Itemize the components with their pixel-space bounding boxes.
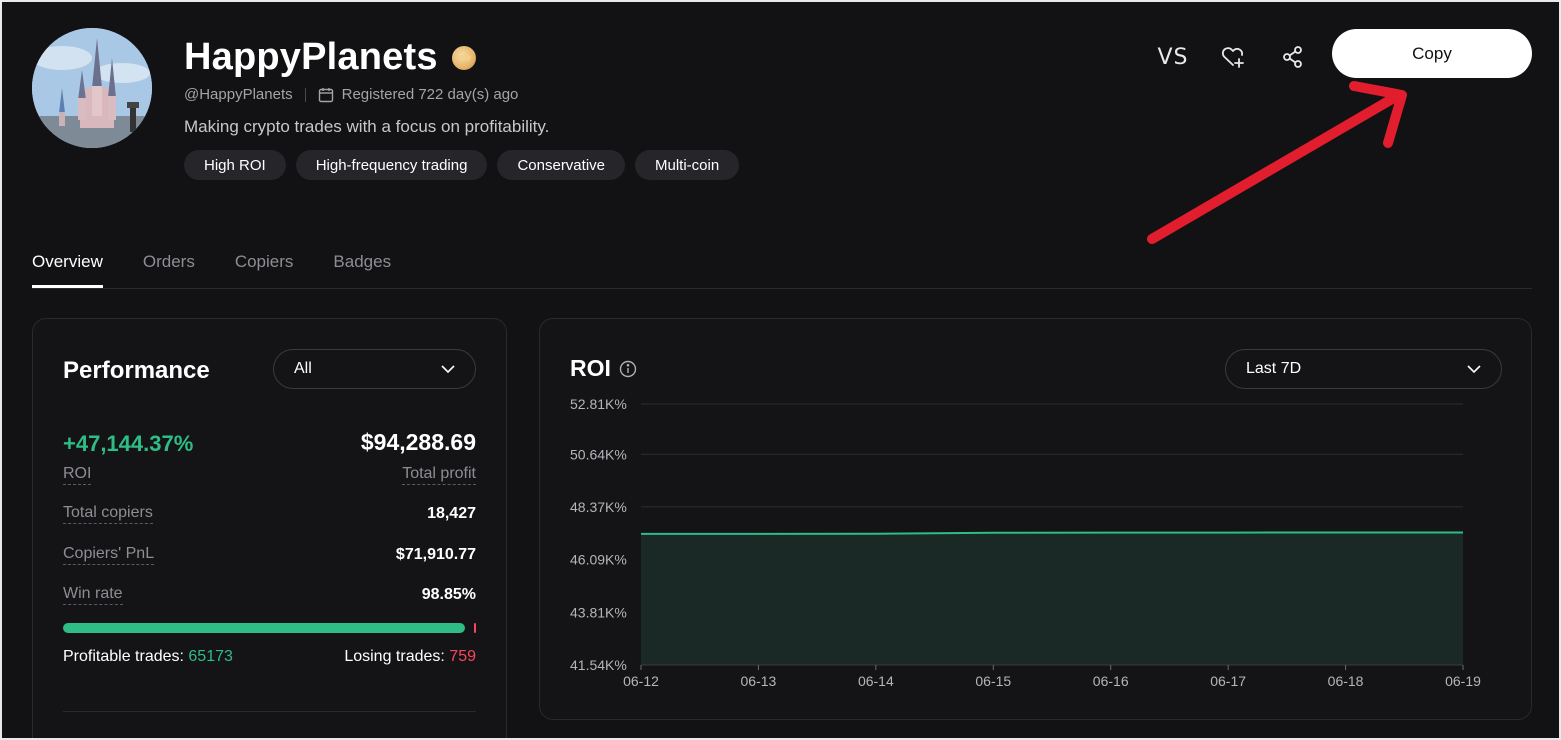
performance-filter-value: All: [294, 360, 312, 377]
share-icon[interactable]: [1278, 42, 1308, 72]
performance-title: Performance: [63, 357, 210, 384]
roi-chart-card: ROI Last 7D 52.81K% 50.64K% 48.37K% 46.09K%…: [539, 318, 1532, 720]
heart-plus-icon[interactable]: [1218, 42, 1248, 72]
avatar[interactable]: [32, 28, 152, 148]
tab-badges[interactable]: Badges: [333, 252, 391, 288]
copiers-pnl-label: Copiers' PnL: [63, 545, 155, 565]
annotation-arrow: [1147, 81, 1407, 244]
y-tick-label: 41.54K%: [570, 657, 627, 673]
losing-trades: Losing trades: 759: [344, 648, 476, 666]
tab-orders[interactable]: Orders: [143, 252, 195, 288]
tag-multi-coin: Multi-coin: [635, 150, 740, 180]
tag-list: High ROI High-frequency trading Conserva…: [184, 150, 740, 180]
y-tick-label: 48.37K%: [570, 499, 627, 515]
tab-copiers[interactable]: Copiers: [235, 252, 294, 288]
profitable-trades-count: 65173: [188, 648, 233, 665]
x-tick-label: 06-16: [1093, 673, 1129, 689]
profile-handle: @HappyPlanets: [184, 86, 293, 103]
profile-name-text: HappyPlanets: [184, 36, 438, 78]
total-profit-value: $94,288.69: [360, 429, 476, 455]
win-bar-fill: [63, 623, 466, 633]
tag-high-frequency: High-frequency trading: [295, 150, 488, 180]
loss-bar-fill: [474, 623, 476, 633]
roi-chart: 52.81K% 50.64K% 48.37K% 46.09K% 43.81K% 41.54…: [570, 396, 1481, 689]
x-tick-label: 06-12: [623, 673, 659, 689]
losing-trades-count: 759: [449, 648, 476, 665]
x-tick-label: 06-13: [741, 673, 777, 689]
roi-area: [641, 532, 1463, 665]
x-tick-label: 06-15: [975, 673, 1011, 689]
profitable-trades: Profitable trades: 65173: [63, 648, 233, 666]
stat-row-total-copiers: Total copiers 18,427: [63, 504, 476, 524]
medal-icon: [451, 45, 476, 70]
profitable-trades-label: Profitable trades:: [63, 648, 184, 665]
tag-conservative: Conservative: [497, 150, 625, 180]
total-copiers-label: Total copiers: [63, 504, 153, 524]
registered-text: Registered 722 day(s) ago: [341, 86, 519, 103]
trades-summary: Profitable trades: 65173 Losing trades: …: [63, 648, 476, 666]
x-tick-label: 06-14: [858, 673, 894, 689]
copy-button[interactable]: Copy: [1332, 29, 1532, 78]
performance-filter-select[interactable]: All: [273, 349, 476, 389]
total-copiers-value: 18,427: [427, 505, 476, 522]
stat-row-win-rate: Win rate 98.85%: [63, 585, 476, 605]
win-rate-value: 98.85%: [421, 586, 476, 603]
y-tick-label: 50.64K%: [570, 446, 627, 462]
meta-divider: [304, 87, 306, 102]
profile-name: HappyPlanets: [184, 36, 476, 79]
performance-divider: [63, 711, 476, 712]
vs-button[interactable]: VS: [1158, 42, 1188, 72]
stat-row-copiers-pnl: Copiers' PnL $71,910.77: [63, 545, 476, 565]
y-tick-label: 52.81K%: [570, 396, 627, 412]
profile-bio: Making crypto trades with a focus on pro…: [184, 117, 550, 136]
copiers-pnl-value: $71,910.77: [395, 546, 476, 563]
header-actions: VS: [1158, 42, 1338, 72]
performance-card: Performance All +47,144.37% $94,288.69 R…: [32, 318, 507, 740]
tag-high-roi: High ROI: [184, 150, 286, 180]
chevron-down-icon: [441, 360, 455, 378]
tab-divider: [32, 288, 1532, 289]
tab-bar: Overview Orders Copiers Badges: [32, 252, 431, 288]
calendar-icon: [318, 87, 334, 103]
x-tick-label: 06-18: [1328, 673, 1364, 689]
win-loss-bar: [63, 623, 476, 633]
win-rate-label: Win rate: [63, 585, 123, 605]
x-tick-label: 06-17: [1210, 673, 1246, 689]
y-tick-label: 43.81K%: [570, 604, 627, 620]
losing-trades-label: Losing trades:: [344, 648, 445, 665]
roi-value: +47,144.37%: [63, 431, 194, 456]
profile-meta: @HappyPlanets Registered 722 day(s) ago: [184, 86, 518, 103]
roi-label: ROI: [63, 465, 92, 485]
total-profit-label: Total profit: [402, 465, 476, 485]
tab-overview[interactable]: Overview: [32, 252, 103, 288]
y-tick-label: 46.09K%: [570, 552, 627, 568]
x-tick-label: 06-19: [1445, 673, 1481, 689]
